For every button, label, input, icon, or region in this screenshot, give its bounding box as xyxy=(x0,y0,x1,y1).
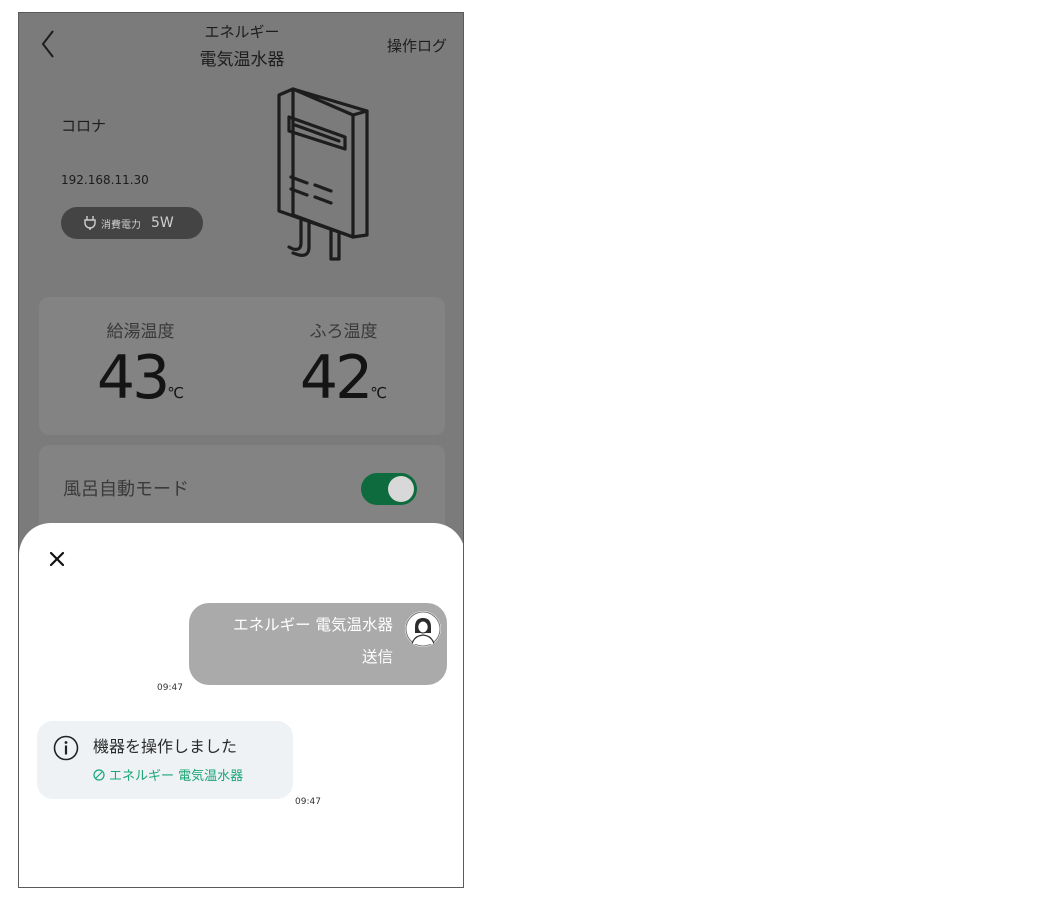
info-message-time: 09:47 xyxy=(295,797,321,807)
power-value: 5W xyxy=(151,215,174,231)
sent-message-bubble: エネルギー 電気温水器 送信 xyxy=(189,603,447,685)
check-circle-icon xyxy=(93,768,105,781)
hot-water-temperature-value: 43 xyxy=(96,343,170,413)
bath-temperature-label: ふろ温度 xyxy=(309,322,378,342)
sent-message-device: エネルギー 電気温水器 xyxy=(233,616,393,634)
close-icon[interactable] xyxy=(45,547,69,571)
hot-water-temperature-label: 給湯温度 xyxy=(106,322,175,342)
temperature-unit: ℃ xyxy=(167,384,185,402)
bath-auto-mode-toggle[interactable] xyxy=(361,473,417,505)
operation-log-button[interactable]: 操作ログ xyxy=(387,35,447,56)
info-message-device-name: エネルギー 電気温水器 xyxy=(109,769,244,784)
device-ip-address: 192.168.11.30 xyxy=(61,173,149,187)
bath-auto-mode-card: 風呂自動モード xyxy=(39,445,445,535)
info-icon xyxy=(53,735,79,761)
bath-temperature-value: 42 xyxy=(299,343,373,413)
sent-message-time: 09:47 xyxy=(157,683,183,693)
power-label: 消費電力 xyxy=(101,219,141,231)
info-message-bubble: 機器を操作しました エネルギー 電気温水器 xyxy=(37,721,293,799)
water-heater-icon xyxy=(277,87,369,261)
operation-log-sheet: エネルギー 電気温水器 送信 09:47 機器を操作しました エネルギー 電気温… xyxy=(19,523,463,887)
temperature-unit: ℃ xyxy=(370,384,388,402)
bath-auto-mode-label: 風呂自動モード xyxy=(63,479,189,500)
phone-screen: エネルギー 電気温水器 操作ログ コロナ 192.168.11.30 消費電力 … xyxy=(18,12,464,888)
bath-temperature: ふろ温度 42℃ xyxy=(242,297,445,435)
sent-message-action: 送信 xyxy=(361,648,393,666)
toggle-knob xyxy=(388,476,414,502)
temperature-card: 給湯温度 43℃ ふろ温度 42℃ xyxy=(39,297,445,435)
info-message-text: 機器を操作しました xyxy=(93,737,238,756)
info-message-device-link[interactable]: エネルギー 電気温水器 xyxy=(93,765,243,784)
plug-icon xyxy=(84,216,96,230)
hot-water-temperature: 給湯温度 43℃ xyxy=(39,297,242,435)
avatar-icon xyxy=(405,611,441,647)
power-consumption-badge: 消費電力 5W xyxy=(61,207,203,239)
app-header: エネルギー 電気温水器 操作ログ xyxy=(19,13,463,73)
device-maker: コロナ xyxy=(61,117,107,135)
